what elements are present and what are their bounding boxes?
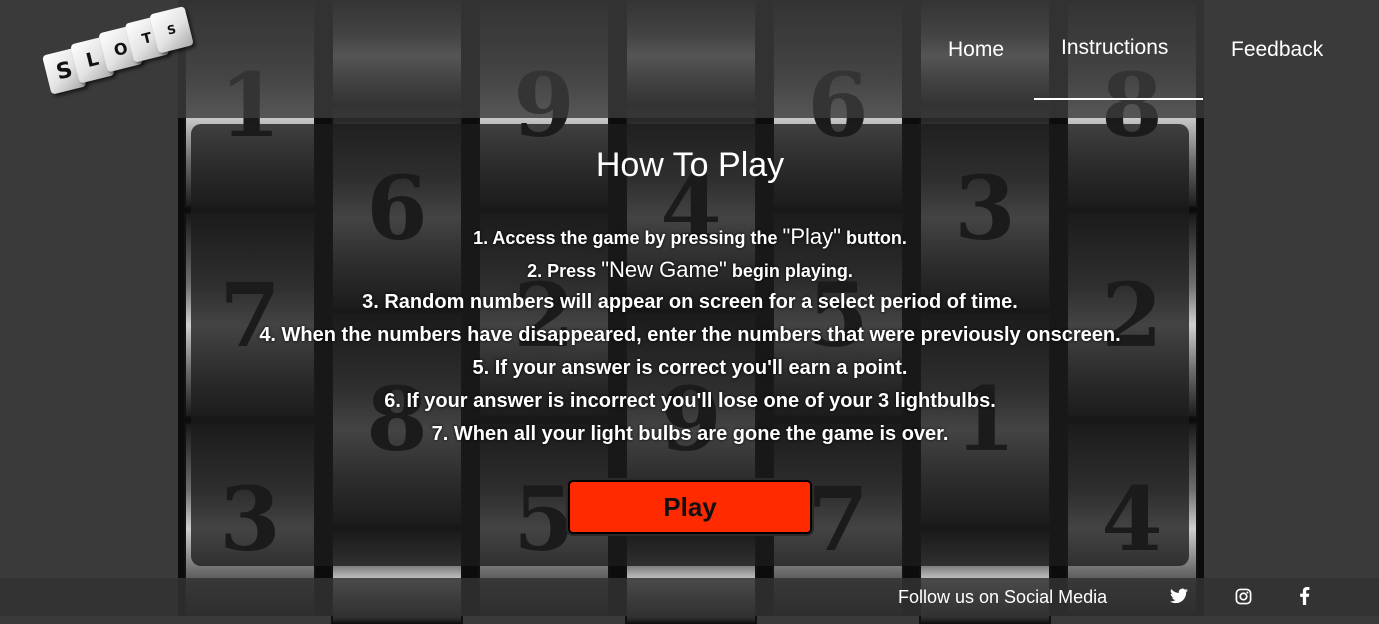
active-nav-underline bbox=[1034, 98, 1203, 100]
instructions-panel: How To Play 1. Access the game by pressi… bbox=[191, 124, 1189, 566]
step-text: button. bbox=[840, 228, 907, 248]
follow-text: Follow us on Social Media bbox=[898, 587, 1108, 607]
instruction-list: 1. Access the game by pressing the "Play… bbox=[191, 220, 1189, 451]
nav-home[interactable]: Home bbox=[948, 38, 1004, 62]
step-quoted-text: "New Game" bbox=[601, 257, 727, 282]
step-quoted-text: "Play" bbox=[782, 224, 841, 249]
nav-instructions[interactable]: Instructions bbox=[1061, 36, 1168, 60]
site-header: S L O T S Home Instructions Feedback bbox=[0, 0, 1379, 118]
play-button[interactable]: Play bbox=[568, 480, 812, 534]
site-footer: Follow us on Social Media bbox=[0, 578, 1379, 616]
instruction-step: 1. Access the game by pressing the "Play… bbox=[191, 220, 1189, 253]
step-text: begin playing. bbox=[726, 261, 853, 281]
step-text: 2. Press bbox=[527, 261, 602, 281]
step-text: 1. Access the game by pressing the bbox=[473, 228, 783, 248]
nav-feedback[interactable]: Feedback bbox=[1231, 38, 1323, 62]
instruction-step: 7. When all your light bulbs are gone th… bbox=[431, 423, 949, 445]
twitter-icon[interactable] bbox=[1169, 586, 1189, 606]
page-title: How To Play bbox=[595, 146, 785, 184]
instruction-step: 4. When the numbers have disappeared, en… bbox=[259, 324, 1121, 346]
instruction-step: 6. If your answer is incorrect you'll lo… bbox=[384, 390, 996, 412]
instruction-step: 3. Random numbers will appear on screen … bbox=[362, 291, 1018, 313]
slots-logo[interactable]: S L O T S bbox=[37, 0, 212, 112]
facebook-icon[interactable] bbox=[1294, 586, 1314, 606]
instruction-step: 2. Press "New Game" begin playing. bbox=[191, 253, 1189, 286]
instruction-step: 5. If your answer is correct you'll earn… bbox=[472, 357, 908, 379]
instagram-icon[interactable] bbox=[1233, 586, 1253, 606]
